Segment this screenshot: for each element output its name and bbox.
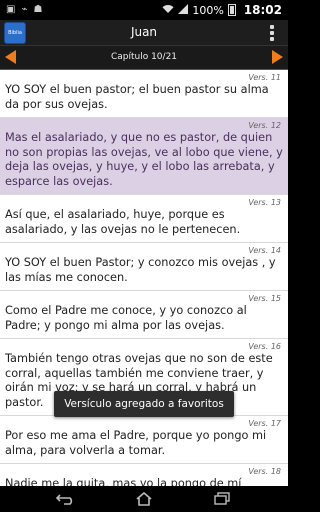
android-icon: ☗ <box>33 4 43 15</box>
verse-text: Así que, el asalariado, huye, porque es … <box>5 208 241 236</box>
verse-number: Vers. 18 <box>248 467 281 476</box>
verse-number: Vers. 15 <box>248 294 281 303</box>
recent-apps-icon[interactable] <box>212 490 232 508</box>
verse-number: Vers. 14 <box>248 246 281 255</box>
verse-item[interactable]: Vers. 12 Mas el asalariado, y que no es … <box>0 118 288 195</box>
battery-percent: 100% <box>192 3 224 17</box>
image-notification-icon: ▣ <box>6 4 16 15</box>
notification-icons: ▣ ⌁ ☗ <box>6 5 42 15</box>
back-icon[interactable] <box>56 490 76 508</box>
chapter-label: Capítulo 10/21 <box>110 52 178 62</box>
verse-text: Mas el asalariado, y que no es pastor, d… <box>5 131 283 188</box>
status-bar: ▣ ⌁ ☗ 100% 18:02 <box>0 0 288 20</box>
verse-item[interactable]: Vers. 18 Nadie me la quita, mas yo la po… <box>0 464 288 486</box>
verse-text: YO SOY el buen Pastor; y conozco mis ove… <box>5 256 276 284</box>
home-icon[interactable] <box>134 490 154 508</box>
next-chapter-arrow-icon[interactable] <box>272 50 283 64</box>
toast-message: Versículo agregado a favoritos <box>54 391 234 417</box>
verse-number: Vers. 16 <box>248 342 281 351</box>
verse-list[interactable]: Vers. 11 YO SOY el buen pastor; el buen … <box>0 70 288 486</box>
action-bar: Biblia Juan <box>0 20 288 46</box>
verse-text: Por eso me ama el Padre, porque yo pongo… <box>5 429 267 457</box>
clock: 18:02 <box>243 3 282 17</box>
verse-number: Vers. 12 <box>248 121 281 130</box>
overflow-menu-icon[interactable] <box>270 25 274 41</box>
verse-item[interactable]: Vers. 14 YO SOY el buen Pastor; y conozc… <box>0 243 288 291</box>
signal-icon <box>178 3 189 17</box>
verse-item[interactable]: Vers. 13 Así que, el asalariado, huye, p… <box>0 195 288 243</box>
verse-number: Vers. 13 <box>248 198 281 207</box>
battery-icon <box>227 4 236 16</box>
system-icons: 100% 18:02 <box>162 3 282 17</box>
verse-item[interactable]: Vers. 17 Por eso me ama el Padre, porque… <box>0 416 288 464</box>
verse-item[interactable]: Vers. 15 Como el Padre me conoce, y yo c… <box>0 291 288 339</box>
system-navigation-bar <box>0 486 288 512</box>
verse-number: Vers. 17 <box>248 419 281 428</box>
verse-item[interactable]: Vers. 11 YO SOY el buen pastor; el buen … <box>0 70 288 118</box>
verse-number: Vers. 11 <box>248 73 281 82</box>
usb-icon: ⌁ <box>21 4 28 15</box>
chapter-navigation: Capítulo 10/21 <box>0 46 288 70</box>
wifi-icon <box>162 4 174 17</box>
verse-text: Nadie me la quita, mas yo la pongo de mí… <box>5 477 242 486</box>
book-title: Juan <box>130 25 158 39</box>
verse-text: Como el Padre me conoce, y yo conozco al… <box>5 304 247 332</box>
verse-text: YO SOY el buen pastor; el buen pastor su… <box>5 83 269 111</box>
